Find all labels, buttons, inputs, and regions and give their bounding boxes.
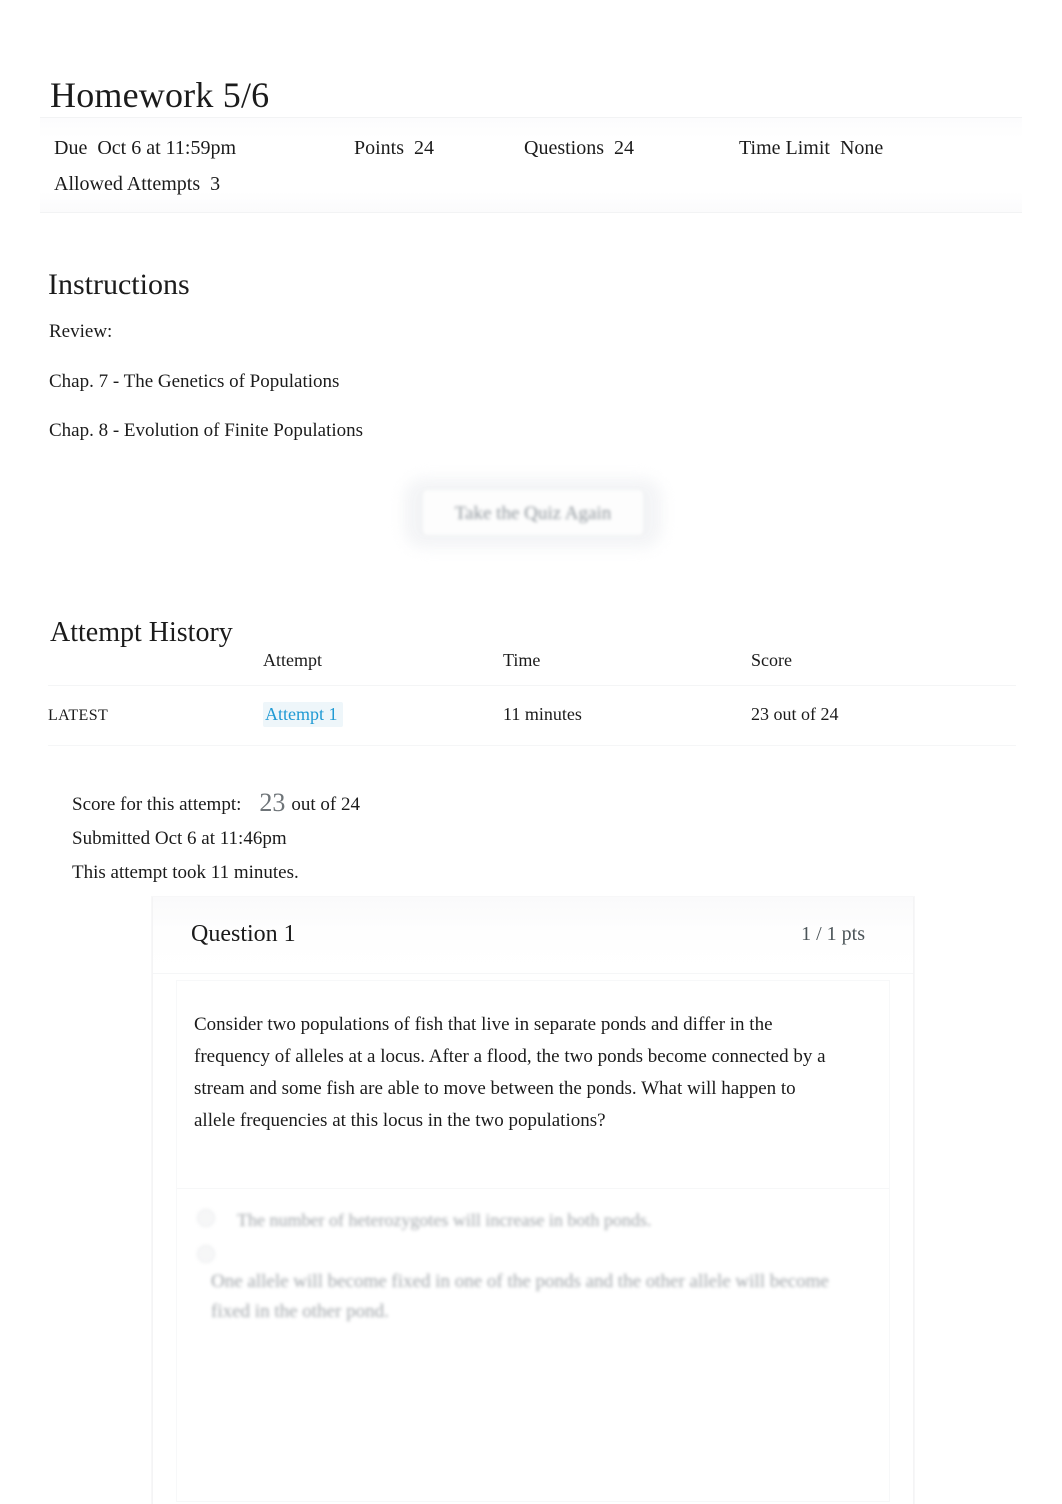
radio-button-icon[interactable] bbox=[197, 1245, 215, 1263]
instructions-heading: Instructions bbox=[48, 267, 190, 301]
quiz-detail-points-value: 24 bbox=[414, 137, 435, 159]
table-row: LATEST Attempt 1 11 minutes 23 out of 24 bbox=[48, 685, 1016, 746]
instructions-paragraph: Chap. 7 - The Genetics of Populations bbox=[49, 370, 340, 392]
column-header-time: Time bbox=[503, 650, 751, 686]
quiz-details-row-2: Allowed Attempts 3 bbox=[40, 166, 1022, 202]
column-header-attempt: Attempt bbox=[263, 650, 503, 686]
attempt-kept-cell: LATEST bbox=[48, 685, 263, 746]
quiz-detail-time-limit-value: None bbox=[839, 137, 884, 159]
instructions-paragraph: Chap. 8 - Evolution of Finite Population… bbox=[49, 420, 364, 442]
quiz-detail-due-label: Due bbox=[54, 137, 88, 159]
answer-option-label: One allele will become fixed in one of t… bbox=[211, 1271, 829, 1322]
take-quiz-again-container: Take the Quiz Again bbox=[404, 478, 662, 548]
answer-list: The number of heterozygotes will increas… bbox=[177, 1188, 889, 1343]
question-text: Consider two populations of fish that li… bbox=[194, 1014, 826, 1131]
answer-option-2[interactable]: One allele will become fixed in one of t… bbox=[177, 1245, 889, 1343]
submitted-line: Submitted Oct 6 at 11:46pm bbox=[72, 828, 287, 849]
instructions-paragraph: Review: bbox=[49, 321, 113, 342]
quiz-detail-due-value: Oct 6 at 11:59pm bbox=[97, 137, 237, 159]
quiz-detail-allowed-attempts: Allowed Attempts 3 bbox=[40, 166, 354, 202]
table-header-row: Attempt Time Score bbox=[48, 650, 1016, 686]
quiz-results-page: Homework 5/6 Due Oct 6 at 11:59pm Points 2… bbox=[0, 0, 1062, 1504]
page-title: Homework 5/6 bbox=[50, 75, 270, 116]
column-header-score: Score bbox=[751, 650, 1016, 686]
quiz-detail-questions-label: Questions bbox=[524, 137, 604, 159]
question-points: 1 / 1 pts bbox=[801, 923, 865, 945]
quiz-detail-questions-value: 24 bbox=[614, 137, 634, 159]
latest-badge: LATEST bbox=[48, 707, 109, 724]
quiz-detail-time-limit-label: Time Limit bbox=[739, 137, 830, 159]
score-summary: Score for this attempt: 23 out of 24 Submi… bbox=[72, 786, 360, 890]
duration-line: This attempt took 11 minutes. bbox=[72, 862, 299, 883]
answer-option-label: The number of heterozygotes will increas… bbox=[237, 1210, 652, 1230]
score-value: 23 bbox=[259, 788, 286, 817]
column-header-kept bbox=[48, 650, 263, 686]
question-body: Consider two populations of fish that li… bbox=[177, 981, 889, 1501]
quiz-detail-due: Due Oct 6 at 11:59pm bbox=[40, 130, 354, 166]
take-quiz-again-button[interactable]: Take the Quiz Again bbox=[422, 489, 644, 536]
score-label: Score for this attempt: bbox=[72, 794, 242, 815]
quiz-detail-questions: Questions 24 bbox=[524, 130, 739, 166]
quiz-detail-points-label: Points bbox=[354, 137, 405, 159]
instructions-body: Review: Chap. 7 - The Genetics of Popula… bbox=[49, 320, 929, 469]
attempt-history-heading: Attempt History bbox=[50, 617, 233, 649]
answer-option-1[interactable]: The number of heterozygotes will increas… bbox=[177, 1189, 889, 1251]
attempt-time-cell: 11 minutes bbox=[503, 685, 751, 746]
quiz-detail-allowed-attempts-value: 3 bbox=[210, 173, 221, 195]
quiz-detail-time-limit: Time Limit None bbox=[739, 130, 939, 166]
quiz-details-row-1: Due Oct 6 at 11:59pm Points 24 Questions 24… bbox=[40, 130, 1022, 166]
question-name: Question 1 bbox=[191, 921, 296, 947]
quiz-details-band: Due Oct 6 at 11:59pm Points 24 Questions 24… bbox=[40, 117, 1022, 213]
attempt-history-table: Attempt Time Score LATEST Attempt 1 11 m… bbox=[48, 650, 1016, 746]
question-header: Question 1 1 / 1 pts bbox=[153, 897, 913, 974]
quiz-detail-points: Points 24 bbox=[354, 130, 524, 166]
radio-button-icon[interactable] bbox=[197, 1209, 215, 1227]
attempt-score-cell: 23 out of 24 bbox=[751, 685, 1016, 746]
score-line: Score for this attempt: 23 out of 24 bbox=[72, 786, 360, 822]
attempt-1-link[interactable]: Attempt 1 bbox=[263, 702, 343, 727]
question-card: Question 1 1 / 1 pts Consider two popula… bbox=[152, 897, 914, 1504]
score-out-of: out of 24 bbox=[291, 794, 360, 815]
quiz-detail-allowed-attempts-label: Allowed Attempts bbox=[54, 173, 201, 195]
attempt-number-cell: Attempt 1 bbox=[263, 685, 503, 746]
